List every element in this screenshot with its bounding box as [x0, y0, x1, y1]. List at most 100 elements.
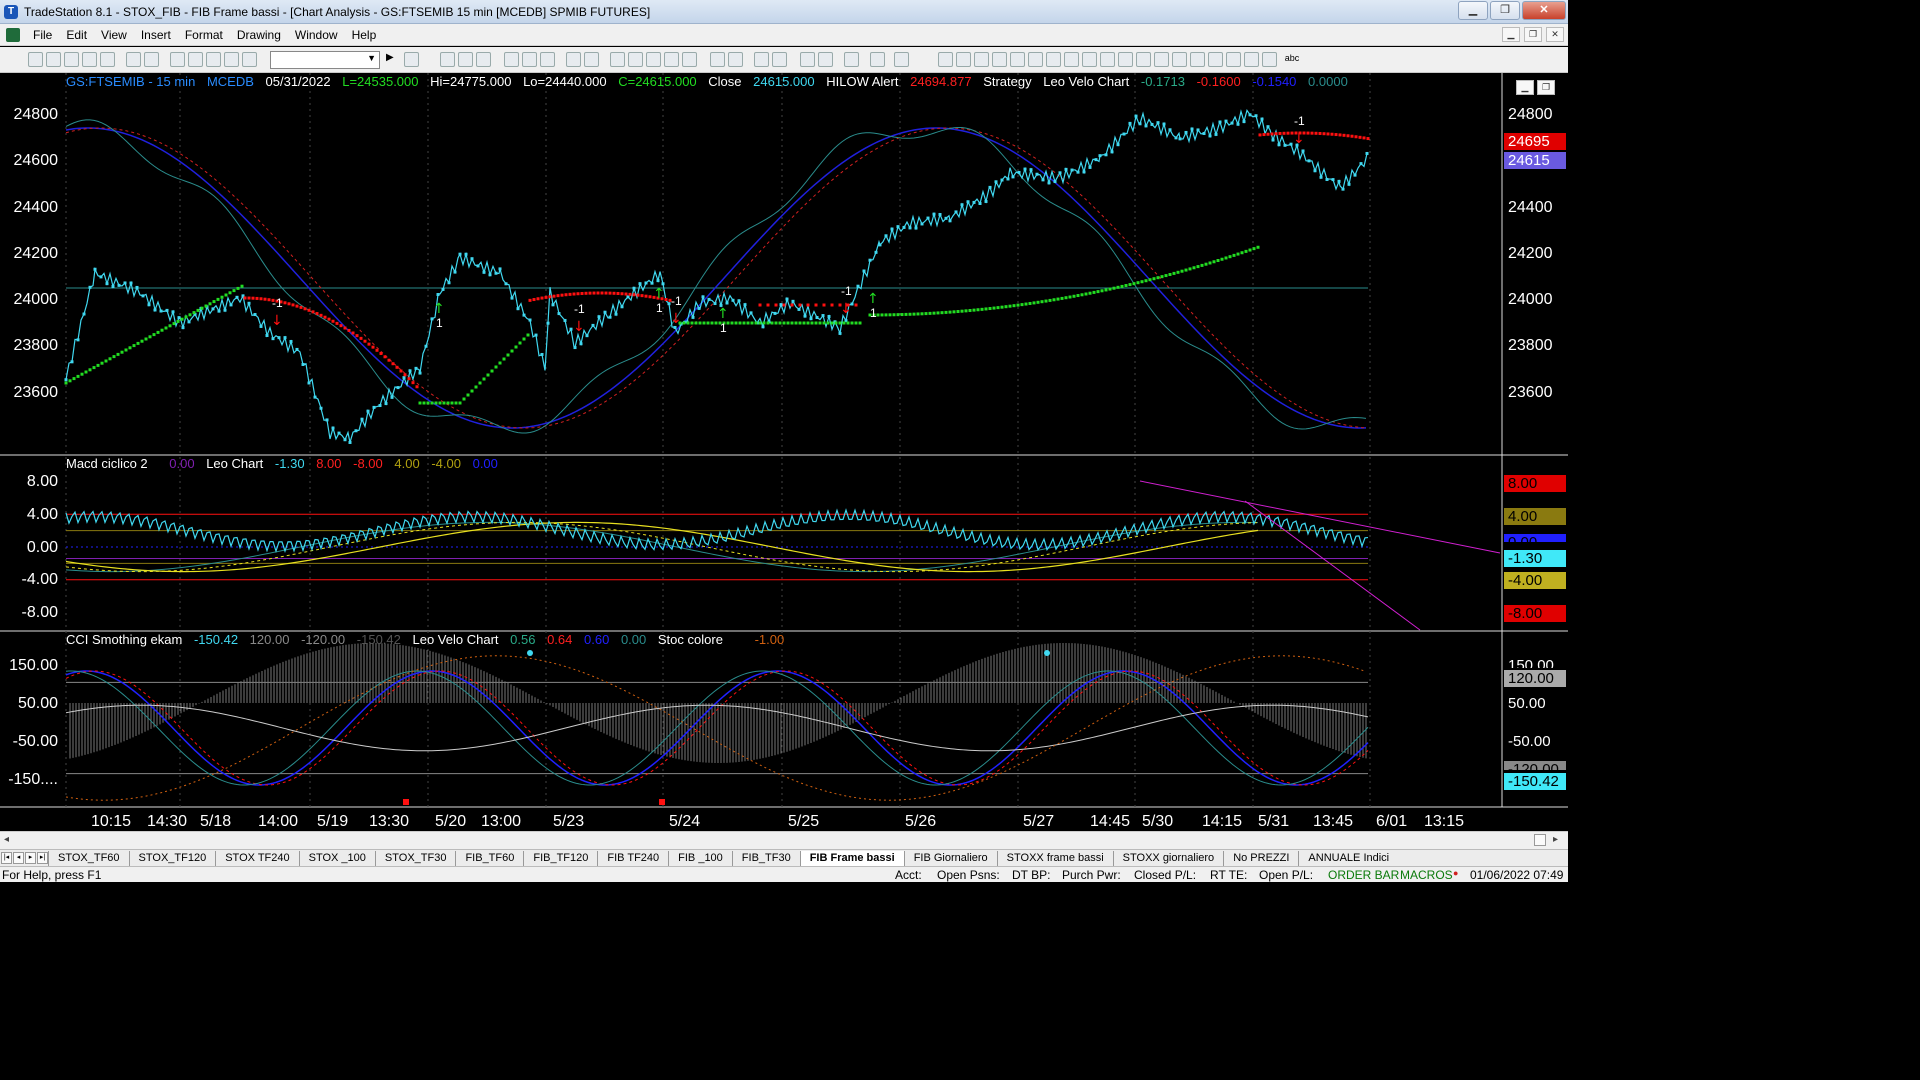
tab-stox-100[interactable]: STOX _100 — [298, 850, 375, 866]
tab-fib-giornaliero[interactable]: FIB Giornaliero — [903, 850, 997, 866]
symbol-icon[interactable] — [584, 52, 599, 67]
tab-fib-100[interactable]: FIB _100 — [668, 850, 732, 866]
mdi-minimize-button[interactable]: ▁ — [1502, 27, 1520, 42]
save-all-icon[interactable] — [82, 52, 97, 67]
compress-icon[interactable] — [728, 52, 743, 67]
maximize-button[interactable]: ❐ — [1490, 1, 1520, 20]
expand-icon[interactable] — [710, 52, 725, 67]
zoom-out-icon[interactable] — [772, 52, 787, 67]
curve-icon[interactable] — [1190, 52, 1205, 67]
scan-icon[interactable] — [540, 52, 555, 67]
regression-icon[interactable] — [1046, 52, 1061, 67]
mdi-close-button[interactable]: ✕ — [1546, 27, 1564, 42]
menu-drawing[interactable]: Drawing — [230, 24, 288, 46]
symbol-combo[interactable]: ▼ — [270, 51, 380, 69]
tab-fib-tf120[interactable]: FIB_TF120 — [523, 850, 597, 866]
tab-first-icon[interactable]: |◂ — [1, 852, 12, 864]
tab-no-prezzi[interactable]: No PREZZI — [1223, 850, 1298, 866]
tab-fib-tf30[interactable]: FIB_TF30 — [731, 850, 800, 866]
bar-icon[interactable] — [628, 52, 643, 67]
pointer-icon[interactable] — [800, 52, 815, 67]
speed-icon[interactable] — [1064, 52, 1079, 67]
format-icon[interactable] — [566, 52, 581, 67]
tab-prev-icon[interactable]: ◂ — [13, 852, 24, 864]
menu-format[interactable]: Format — [178, 24, 230, 46]
scroll-left-icon[interactable]: ◂ — [4, 834, 9, 845]
chart-canvas[interactable]: -1↓-1↓-1↓-1↓-1↓↑1↑1 ↑1↑1 — [0, 73, 1568, 835]
gann-icon[interactable] — [1028, 52, 1043, 67]
save-icon[interactable] — [64, 52, 79, 67]
order-bar-button[interactable]: ORDER BAR — [1328, 868, 1399, 882]
arrow-up-icon[interactable] — [1226, 52, 1241, 67]
hline-icon[interactable] — [956, 52, 971, 67]
tab-fib-tf60[interactable]: FIB_TF60 — [455, 850, 523, 866]
style-icon[interactable] — [610, 52, 625, 67]
scroll-right-icon[interactable]: ▸ — [1553, 834, 1558, 845]
close-button[interactable]: ✕ — [1522, 1, 1566, 20]
panel-minimize-button[interactable]: ▁ — [1516, 80, 1534, 95]
copy-icon[interactable] — [188, 52, 203, 67]
rectangle-icon[interactable] — [1262, 52, 1277, 67]
macros-button[interactable]: MACROS — [1400, 868, 1453, 882]
vline-icon[interactable] — [974, 52, 989, 67]
andrews-icon[interactable] — [1082, 52, 1097, 67]
wizard-icon[interactable] — [242, 52, 257, 67]
play-icon[interactable]: ▶ — [386, 52, 401, 67]
text-icon[interactable]: abc — [1282, 52, 1302, 67]
chart-window-icon[interactable] — [440, 52, 455, 67]
tools-icon[interactable] — [844, 52, 859, 67]
desktop-icon[interactable] — [100, 52, 115, 67]
freehand-icon[interactable] — [1172, 52, 1187, 67]
alert-icon[interactable] — [894, 52, 909, 67]
mdi-restore-button[interactable]: ❐ — [1524, 27, 1542, 42]
tab-stox-tf120[interactable]: STOX_TF120 — [128, 850, 216, 866]
horizontal-scrollbar[interactable]: ◂ ▸ — [0, 831, 1568, 849]
tab-fib-tf240[interactable]: FIB TF240 — [597, 850, 668, 866]
tab-stox-tf60[interactable]: STOX_TF60 — [48, 850, 129, 866]
arrow-down-icon[interactable] — [1208, 52, 1223, 67]
tab-last-icon[interactable]: ▸| — [37, 852, 48, 864]
trendline-icon[interactable] — [938, 52, 953, 67]
scroll-thumb[interactable] — [1534, 834, 1546, 846]
tab-fib-frame-bassi[interactable]: FIB Frame bassi — [799, 850, 904, 866]
grid-icon[interactable] — [476, 52, 491, 67]
line-icon[interactable] — [664, 52, 679, 67]
ellipse-icon[interactable] — [1244, 52, 1259, 67]
panel-restore-button[interactable]: ❐ — [1537, 80, 1555, 95]
tab-next-icon[interactable]: ▸ — [25, 852, 36, 864]
menu-help[interactable]: Help — [345, 24, 384, 46]
tab-annuale-indici[interactable]: ANNUALE Indici — [1298, 850, 1398, 866]
zoom-in-icon[interactable] — [754, 52, 769, 67]
analysis-icon[interactable] — [224, 52, 239, 67]
pnf-icon[interactable] — [682, 52, 697, 67]
new-icon[interactable] — [28, 52, 43, 67]
print-preview-icon[interactable] — [144, 52, 159, 67]
order-icon[interactable] — [870, 52, 885, 67]
menu-window[interactable]: Window — [288, 24, 345, 46]
strategy-icon[interactable] — [522, 52, 537, 67]
menu-edit[interactable]: Edit — [59, 24, 94, 46]
data-tip-icon[interactable] — [818, 52, 833, 67]
indicator-icon[interactable] — [504, 52, 519, 67]
channel-icon[interactable] — [992, 52, 1007, 67]
minimize-button[interactable]: ▁ — [1458, 1, 1488, 20]
radar-icon[interactable] — [458, 52, 473, 67]
tab-stox-tf30[interactable]: STOX_TF30 — [374, 850, 456, 866]
menu-view[interactable]: View — [94, 24, 134, 46]
cut-icon[interactable] — [170, 52, 185, 67]
fib-icon[interactable] — [1010, 52, 1025, 67]
menu-file[interactable]: File — [26, 24, 59, 46]
spiral-icon[interactable] — [1154, 52, 1169, 67]
cycle-icon[interactable] — [1118, 52, 1133, 67]
tab-stoxx-giornaliero[interactable]: STOXX giornaliero — [1112, 850, 1224, 866]
candle-icon[interactable] — [646, 52, 661, 67]
print-icon[interactable] — [126, 52, 141, 67]
lock-icon[interactable] — [206, 52, 221, 67]
menu-insert[interactable]: Insert — [134, 24, 178, 46]
find-icon[interactable] — [404, 52, 419, 67]
open-icon[interactable] — [46, 52, 61, 67]
tab-stoxx-frame-bassi[interactable]: STOXX frame bassi — [996, 850, 1113, 866]
arc-icon[interactable] — [1136, 52, 1151, 67]
tab-stox-tf240[interactable]: STOX TF240 — [215, 850, 298, 866]
arrow-lr-icon[interactable] — [1100, 52, 1115, 67]
